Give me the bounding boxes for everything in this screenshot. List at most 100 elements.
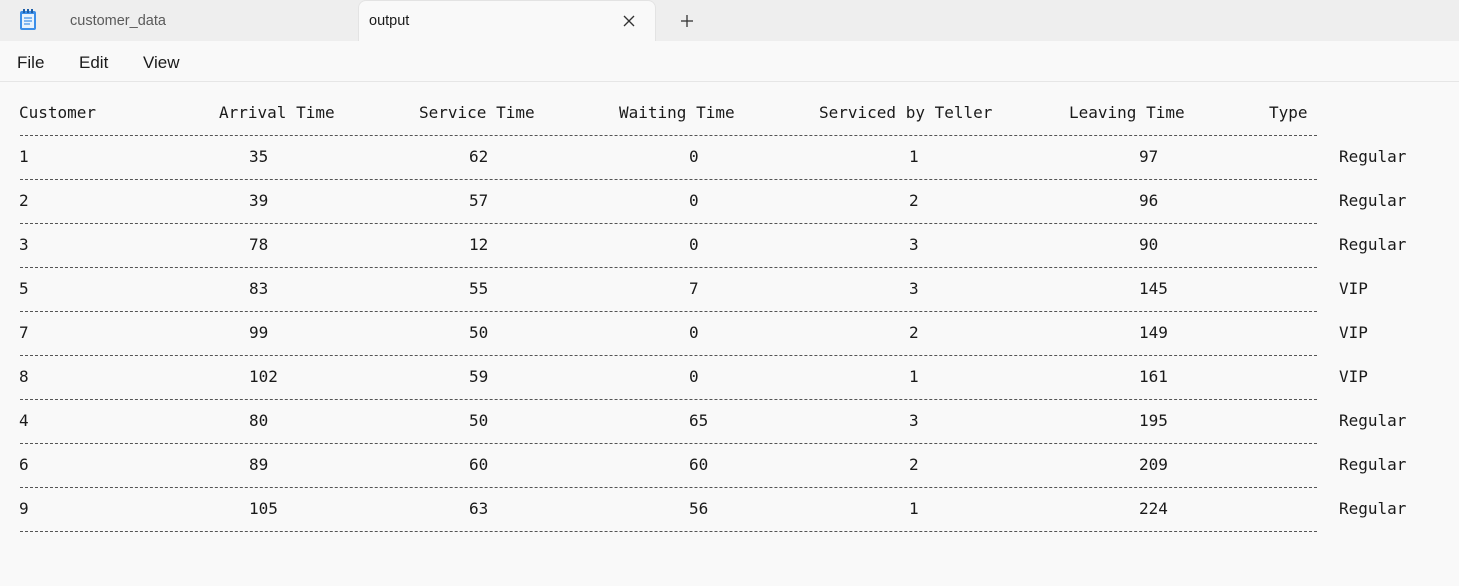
cell-service-time: 62 [469, 147, 489, 166]
table-row: 4 80 50 65 3 195 Regular [0, 410, 1459, 432]
cell-leaving-time: 161 [1139, 367, 1168, 386]
cell-customer: 3 [19, 235, 29, 254]
divider-line [20, 311, 1317, 312]
cell-teller: 1 [909, 367, 919, 386]
divider-line [20, 399, 1317, 400]
cell-type: Regular [1339, 499, 1407, 518]
tab-output[interactable]: output [358, 0, 656, 41]
cell-leaving-time: 145 [1139, 279, 1168, 298]
table-row: 5 83 55 7 3 145 VIP [0, 278, 1459, 300]
header-type: Type [1269, 103, 1308, 122]
close-icon[interactable] [621, 13, 637, 29]
cell-waiting-time: 60 [689, 455, 709, 474]
divider-line [20, 355, 1317, 356]
cell-arrival-time: 99 [249, 323, 269, 342]
cell-leaving-time: 209 [1139, 455, 1168, 474]
text-editor[interactable]: Customer Arrival Time Service Time Waiti… [0, 82, 1459, 586]
cell-type: Regular [1339, 411, 1407, 430]
header-waiting-time: Waiting Time [619, 103, 735, 122]
cell-service-time: 60 [469, 455, 489, 474]
cell-service-time: 50 [469, 323, 489, 342]
cell-teller: 1 [909, 499, 919, 518]
cell-leaving-time: 90 [1139, 235, 1159, 254]
cell-customer: 1 [19, 147, 29, 166]
table-row: 7 99 50 0 2 149 VIP [0, 322, 1459, 344]
header-customer: Customer [19, 103, 97, 122]
cell-arrival-time: 102 [249, 367, 278, 386]
table-row: 2 39 57 0 2 96 Regular [0, 190, 1459, 212]
cell-type: VIP [1339, 279, 1368, 298]
cell-teller: 2 [909, 455, 919, 474]
cell-service-time: 50 [469, 411, 489, 430]
cell-customer: 2 [19, 191, 29, 210]
cell-arrival-time: 39 [249, 191, 269, 210]
cell-waiting-time: 56 [689, 499, 709, 518]
cell-arrival-time: 80 [249, 411, 269, 430]
cell-service-time: 12 [469, 235, 489, 254]
cell-leaving-time: 97 [1139, 147, 1159, 166]
cell-customer: 4 [19, 411, 29, 430]
divider-line [20, 179, 1317, 180]
cell-service-time: 59 [469, 367, 489, 386]
divider-line [20, 531, 1317, 532]
cell-teller: 1 [909, 147, 919, 166]
menu-view[interactable]: View [143, 53, 180, 73]
notepad-icon [20, 9, 36, 30]
cell-teller: 3 [909, 279, 919, 298]
cell-service-time: 63 [469, 499, 489, 518]
cell-leaving-time: 96 [1139, 191, 1159, 210]
divider-line [20, 443, 1317, 444]
header-serviced-by-teller: Serviced by Teller [819, 103, 993, 122]
cell-service-time: 55 [469, 279, 489, 298]
header-service-time: Service Time [419, 103, 535, 122]
cell-type: Regular [1339, 235, 1407, 254]
cell-type: VIP [1339, 323, 1368, 342]
cell-customer: 8 [19, 367, 29, 386]
cell-customer: 7 [19, 323, 29, 342]
divider-line [20, 267, 1317, 268]
cell-waiting-time: 7 [689, 279, 699, 298]
cell-teller: 2 [909, 191, 919, 210]
plus-icon[interactable] [676, 10, 698, 32]
divider-line [20, 223, 1317, 224]
notepad-window: customer_data output File Edit View Cust… [0, 0, 1459, 586]
tab-label: customer_data [70, 13, 166, 29]
cell-leaving-time: 195 [1139, 411, 1168, 430]
cell-customer: 9 [19, 499, 29, 518]
cell-arrival-time: 89 [249, 455, 269, 474]
cell-service-time: 57 [469, 191, 489, 210]
tab-label: output [369, 13, 410, 29]
cell-customer: 6 [19, 455, 29, 474]
cell-waiting-time: 0 [689, 367, 699, 386]
divider-line [20, 487, 1317, 488]
cell-teller: 3 [909, 411, 919, 430]
table-header-row: Customer Arrival Time Service Time Waiti… [0, 102, 1459, 124]
header-arrival-time: Arrival Time [219, 103, 335, 122]
cell-type: Regular [1339, 455, 1407, 474]
cell-arrival-time: 78 [249, 235, 269, 254]
cell-leaving-time: 224 [1139, 499, 1168, 518]
table-row: 3 78 12 0 3 90 Regular [0, 234, 1459, 256]
cell-waiting-time: 0 [689, 323, 699, 342]
cell-waiting-time: 0 [689, 191, 699, 210]
cell-arrival-time: 83 [249, 279, 269, 298]
tab-customer-data[interactable]: customer_data [56, 0, 354, 41]
cell-type: VIP [1339, 367, 1368, 386]
cell-arrival-time: 105 [249, 499, 278, 518]
cell-teller: 3 [909, 235, 919, 254]
cell-type: Regular [1339, 147, 1407, 166]
divider-line [20, 135, 1317, 136]
cell-customer: 5 [19, 279, 29, 298]
table-row: 9 105 63 56 1 224 Regular [0, 498, 1459, 520]
cell-teller: 2 [909, 323, 919, 342]
menu-edit[interactable]: Edit [79, 53, 108, 73]
menu-file[interactable]: File [17, 53, 44, 73]
menu-bar: File Edit View [0, 41, 1459, 82]
cell-leaving-time: 149 [1139, 323, 1168, 342]
cell-type: Regular [1339, 191, 1407, 210]
table-row: 8 102 59 0 1 161 VIP [0, 366, 1459, 388]
cell-arrival-time: 35 [249, 147, 269, 166]
table-row: 1 35 62 0 1 97 Regular [0, 146, 1459, 168]
tab-bar: customer_data output [0, 0, 1459, 41]
cell-waiting-time: 65 [689, 411, 709, 430]
